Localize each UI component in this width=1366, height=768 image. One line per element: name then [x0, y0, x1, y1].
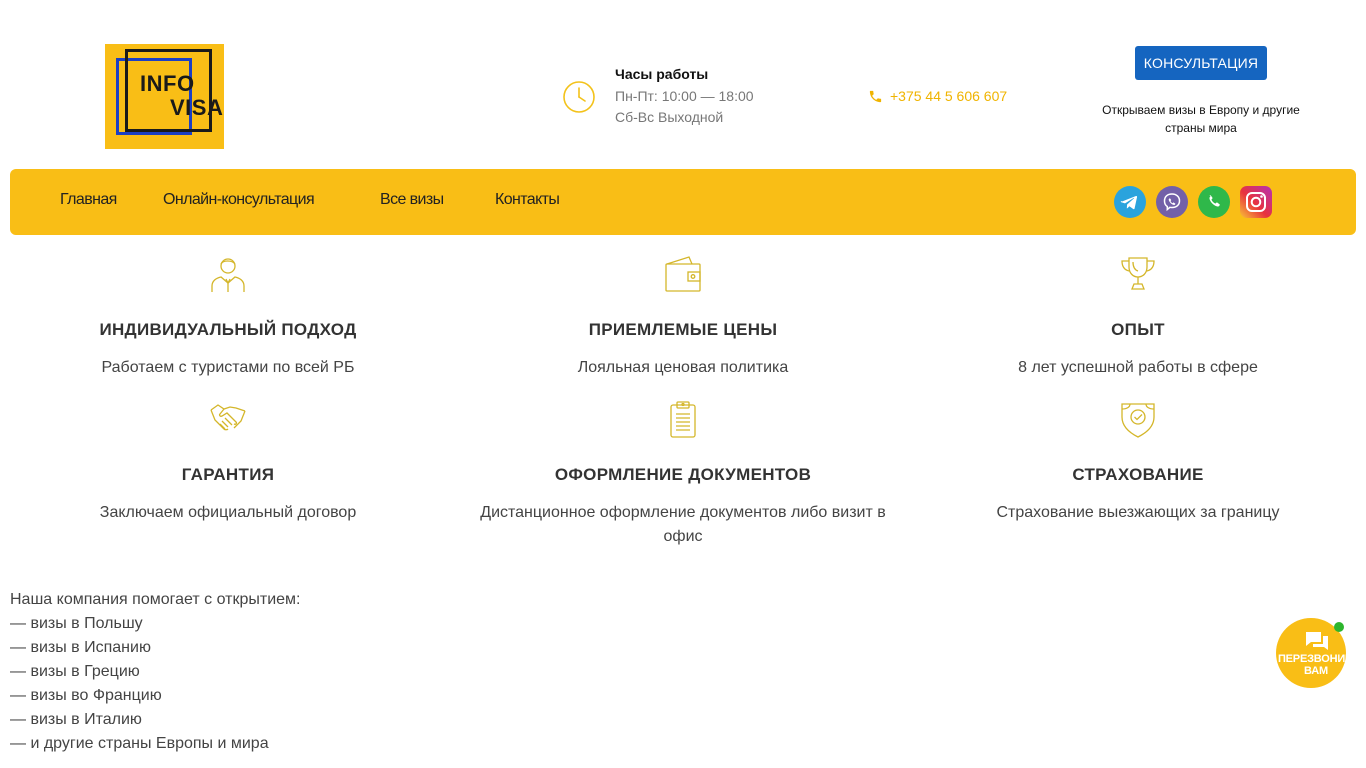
- feature-guarantee: ГАРАНТИЯ Заключаем официальный договор: [0, 400, 456, 525]
- phone-link[interactable]: +375 44 5 606 607: [868, 88, 1007, 104]
- callback-line2: ВАМ: [1304, 665, 1328, 677]
- feature-title: ОФОРМЛЕНИЕ ДОКУМЕНТОВ: [554, 465, 812, 484]
- nav-item-contacts[interactable]: Контакты: [495, 191, 560, 209]
- list-item: — и другие страны Европы и мира: [10, 735, 269, 752]
- telegram-icon[interactable]: [1114, 186, 1146, 218]
- feature-title: ИНДИВИДУАЛЬНЫЙ ПОДХОД: [99, 320, 357, 339]
- logo-text-info: INFO: [140, 71, 195, 96]
- hours-weekdays: Пн-Пт: 10:00 — 18:00: [615, 88, 754, 104]
- feature-desc: Заключаем официальный договор: [99, 504, 357, 521]
- callback-widget[interactable]: ПЕРЕЗВОНИМ ВАМ: [1276, 618, 1354, 688]
- feature-desc: 8 лет успешной работы в сфере: [1018, 359, 1258, 376]
- online-indicator: [1334, 622, 1344, 632]
- feature-insurance: СТРАХОВАНИЕ Страхование выезжающих за гр…: [910, 400, 1366, 525]
- feature-desc: Лояльная ценовая политика: [577, 359, 789, 376]
- nav-item-all-visas[interactable]: Все визы: [380, 191, 444, 209]
- feature-title: ОПЫТ: [1111, 320, 1165, 339]
- whatsapp-icon[interactable]: [1198, 186, 1230, 218]
- instagram-icon[interactable]: [1240, 186, 1272, 218]
- consultant-icon: [211, 258, 245, 292]
- shield-check-icon: [1121, 403, 1155, 438]
- handshake-icon: [210, 404, 246, 431]
- services-intro: Наша компания помогает с открытием:: [10, 591, 301, 608]
- feature-title: ПРИЕМЛЕМЫЕ ЦЕНЫ: [588, 320, 778, 339]
- main-nav: Главная Онлайн-консультация Все визы Кон…: [10, 169, 1356, 235]
- list-item: — визы в Испанию: [10, 639, 151, 656]
- feature-desc: Дистанционное оформление документов либо…: [480, 504, 886, 545]
- hours-weekend: Сб-Вс Выходной: [615, 109, 724, 125]
- clipboard-icon: [670, 401, 696, 438]
- wallet-icon: [665, 256, 701, 292]
- clock-icon: [563, 81, 595, 113]
- viber-icon[interactable]: [1156, 186, 1188, 218]
- phone-icon: [869, 90, 882, 102]
- feature-title: СТРАХОВАНИЕ: [1072, 465, 1204, 484]
- chat-icon: [1306, 632, 1328, 650]
- list-item: — визы в Италию: [10, 711, 142, 728]
- list-item: — визы во Францию: [10, 687, 162, 704]
- consultation-button[interactable]: КОНСУЛЬТАЦИЯ: [1135, 46, 1267, 80]
- phone-number: +375 44 5 606 607: [890, 88, 1008, 104]
- feature-desc: Страхование выезжающих за границу: [996, 504, 1280, 521]
- feature-desc: Работаем с туристами по всей РБ: [101, 359, 355, 376]
- nav-item-online-consultation[interactable]: Онлайн-консультация: [163, 191, 315, 209]
- feature-title: ГАРАНТИЯ: [181, 465, 275, 484]
- feature-documents: ОФОРМЛЕНИЕ ДОКУМЕНТОВ Дистанционное офор…: [455, 400, 911, 549]
- nav-item-home[interactable]: Главная: [60, 191, 117, 209]
- feature-individual-approach: ИНДИВИДУАЛЬНЫЙ ПОДХОД Работаем с туриста…: [0, 255, 456, 380]
- logo-text-visa: VISA: [170, 95, 224, 120]
- feature-prices: ПРИЕМЛЕМЫЕ ЦЕНЫ Лояльная ценовая политик…: [455, 255, 911, 380]
- hours-title: Часы работы: [615, 66, 709, 82]
- trophy-icon: [1121, 257, 1155, 290]
- consultation-subtitle: Открываем визы в Европу и другие страны …: [1102, 103, 1300, 135]
- logo[interactable]: INFO VISA: [105, 44, 224, 149]
- callback-line1: ПЕРЕЗВОНИМ: [1277, 653, 1355, 665]
- list-item: — визы в Грецию: [10, 663, 140, 680]
- services-list: Наша компания помогает с открытием: — ви…: [10, 588, 300, 756]
- list-item: — визы в Польшу: [10, 615, 143, 632]
- feature-experience: ОПЫТ 8 лет успешной работы в сфере: [910, 255, 1366, 380]
- callback-label: ПЕРЕЗВОНИМ ВАМ: [1276, 653, 1356, 677]
